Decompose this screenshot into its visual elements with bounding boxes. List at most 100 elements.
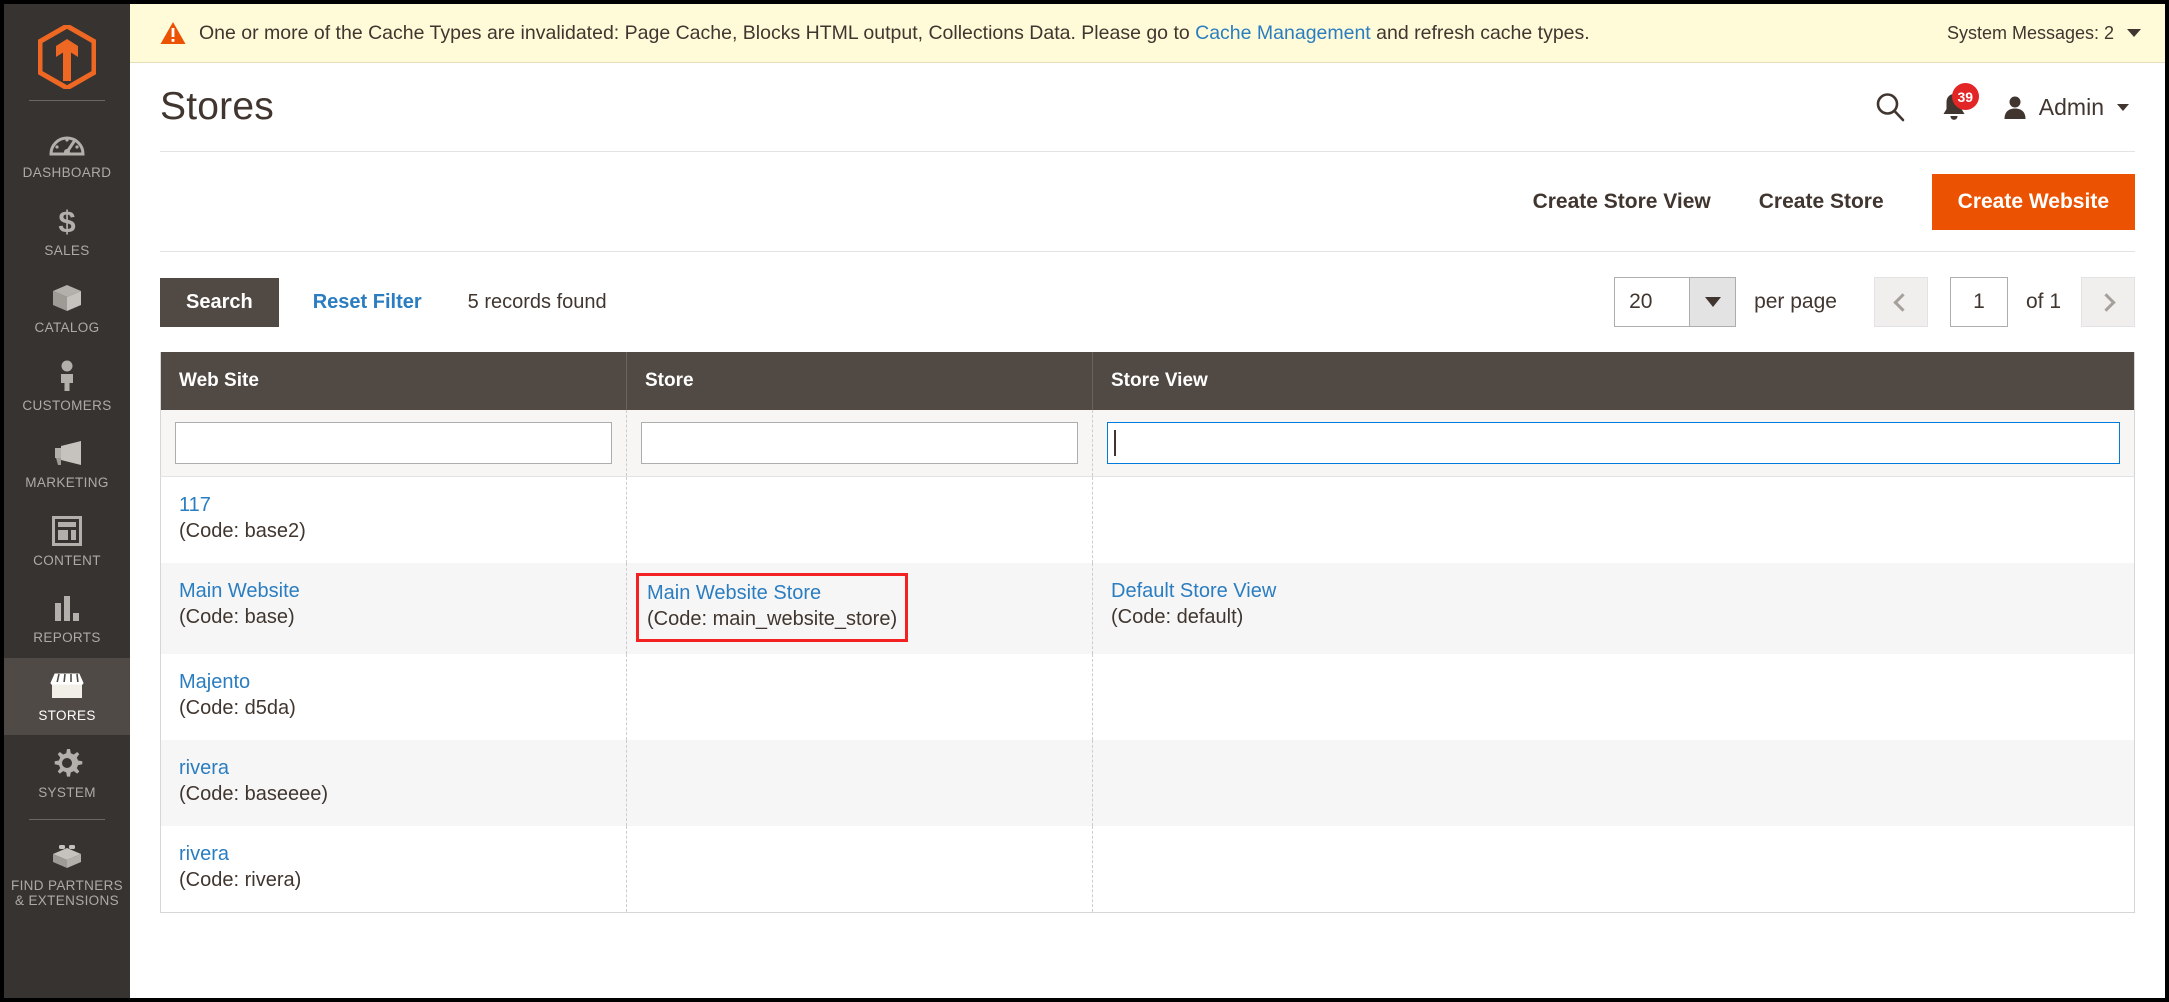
warning-triangle-icon xyxy=(160,22,186,44)
user-avatar-icon xyxy=(2004,96,2026,119)
sidebar-item-dashboard[interactable]: DASHBOARD xyxy=(4,115,130,193)
column-header-store-view[interactable]: Store View xyxy=(1092,352,2135,410)
chevron-down-icon xyxy=(2127,29,2141,37)
page-number-input[interactable] xyxy=(1949,277,2008,327)
website-code: (Code: base) xyxy=(179,606,295,628)
cell-website: 117 (Code: base2) xyxy=(160,476,627,563)
sidebar-item-customers[interactable]: CUSTOMERS xyxy=(4,348,130,426)
records-found-label: 5 records found xyxy=(467,290,607,313)
create-store-view-button[interactable]: Create Store View xyxy=(1509,180,1735,224)
website-link[interactable]: rivera xyxy=(179,756,608,781)
store-view-filter-input[interactable] xyxy=(1107,422,2120,464)
sidebar-item-marketing[interactable]: MARKETING xyxy=(4,425,130,503)
per-page-label: per page xyxy=(1754,290,1837,313)
grid-toolbar: Search Reset Filter 5 records found 20 p… xyxy=(160,252,2135,352)
table-row[interactable]: Majento (Code: d5da) xyxy=(160,654,2135,740)
store-view-link[interactable]: Default Store View xyxy=(1111,579,2116,604)
website-filter-input[interactable] xyxy=(175,422,612,464)
sidebar-item-find-partners-extensions[interactable]: FIND PARTNERS & EXTENSIONS xyxy=(4,828,130,917)
search-button-grid[interactable]: Search xyxy=(160,277,279,327)
grid-header: Web Site Store Store View xyxy=(160,352,2135,410)
cache-management-link[interactable]: Cache Management xyxy=(1195,22,1371,44)
lego-brick-icon xyxy=(50,839,84,873)
website-link[interactable]: rivera xyxy=(179,842,608,867)
system-messages-toggle[interactable]: System Messages: 2 xyxy=(1947,23,2141,44)
search-button[interactable] xyxy=(1874,91,1906,123)
storefront-awning-icon xyxy=(48,669,86,703)
previous-page-button[interactable] xyxy=(1873,277,1928,327)
cell-store xyxy=(626,740,1093,826)
notifications-button[interactable]: 39 xyxy=(1940,83,1979,122)
message-text-part2: and refresh cache types. xyxy=(1370,22,1590,44)
store-link[interactable]: Main Website Store xyxy=(647,581,897,606)
store-filter-input[interactable] xyxy=(641,422,1078,464)
layout-grid-icon xyxy=(52,514,82,548)
sidebar-item-reports[interactable]: REPORTS xyxy=(4,580,130,658)
sidebar-item-label: STORES xyxy=(38,707,96,723)
sidebar-item-catalog[interactable]: CATALOG xyxy=(4,270,130,348)
create-website-button[interactable]: Create Website xyxy=(1931,173,2135,230)
cell-website: rivera (Code: rivera) xyxy=(160,826,627,913)
notifications-badge: 39 xyxy=(1951,83,1979,110)
website-link[interactable]: 117 xyxy=(179,493,608,518)
megaphone-icon xyxy=(49,436,85,470)
table-row[interactable]: 117 (Code: base2) xyxy=(160,476,2135,563)
pagination-controls: 20 per page of 1 xyxy=(1614,277,2135,327)
svg-text:$: $ xyxy=(58,205,75,237)
admin-menu[interactable]: Admin xyxy=(2002,94,2129,121)
cell-store-view xyxy=(1092,740,2135,826)
cell-store-view: Default Store View (Code: default) xyxy=(1092,563,2135,654)
system-messages-count-label: System Messages: 2 xyxy=(1946,22,2114,43)
dollar-sign-icon: $ xyxy=(55,204,79,238)
magento-logo[interactable] xyxy=(4,18,130,96)
sidebar-item-label: CONTENT xyxy=(33,552,101,568)
chevron-left-icon xyxy=(1893,292,1913,312)
sidebar-item-stores[interactable]: STORES xyxy=(4,657,130,735)
sidebar-item-label: CUSTOMERS xyxy=(22,397,112,413)
bar-chart-icon xyxy=(52,591,82,625)
box-icon xyxy=(50,281,84,315)
sidebar-item-label: DASHBOARD xyxy=(22,165,112,180)
website-code: (Code: baseeee) xyxy=(179,783,328,805)
sidebar-item-label: SALES xyxy=(44,242,90,258)
sidebar-item-content[interactable]: CONTENT xyxy=(4,503,130,581)
website-link[interactable]: Majento xyxy=(179,670,608,695)
search-icon xyxy=(1876,93,1905,122)
sidebar-item-label: SYSTEM xyxy=(38,785,96,800)
admin-page: DASHBOARD $ SALES CATALOG CUSTOMERS MARK… xyxy=(0,0,2169,1002)
table-row[interactable]: rivera (Code: rivera) xyxy=(160,826,2135,913)
table-row[interactable]: Main Website (Code: base) Main Website S… xyxy=(160,563,2135,654)
column-header-store[interactable]: Store xyxy=(626,352,1093,410)
stores-grid: Web Site Store Store View 117 (Code: bas… xyxy=(160,352,2135,913)
website-link[interactable]: Main Website xyxy=(179,579,608,604)
chevron-down-icon xyxy=(2117,103,2129,111)
cell-store-view xyxy=(1092,826,2135,913)
system-message-text: One or more of the Cache Types are inval… xyxy=(199,21,1590,45)
create-store-button[interactable]: Create Store xyxy=(1735,180,1908,224)
cell-website: rivera (Code: baseeee) xyxy=(160,740,627,826)
table-row[interactable]: rivera (Code: baseeee) xyxy=(160,740,2135,826)
store-code: (Code: main_website_store) xyxy=(647,608,898,630)
header-actions: 39 Admin xyxy=(1874,83,2129,123)
person-icon xyxy=(56,359,78,393)
cell-website: Majento (Code: d5da) xyxy=(160,654,627,740)
system-message-bar: One or more of the Cache Types are inval… xyxy=(130,4,2165,63)
cell-store-view xyxy=(1092,654,2135,740)
sidebar-item-label: CATALOG xyxy=(34,320,100,335)
sidebar-item-system[interactable]: SYSTEM xyxy=(4,735,130,813)
sidebar-item-label-line2: & EXTENSIONS xyxy=(15,893,119,908)
reset-filter-link[interactable]: Reset Filter xyxy=(313,291,422,314)
sidebar-divider-bottom xyxy=(29,818,105,820)
system-message-content: One or more of the Cache Types are inval… xyxy=(160,21,1923,45)
chevron-right-icon xyxy=(2096,292,2116,312)
column-header-website[interactable]: Web Site xyxy=(160,352,627,410)
cell-store-view xyxy=(1092,476,2135,563)
sidebar-item-sales[interactable]: $ SALES xyxy=(4,193,130,271)
cell-store xyxy=(626,654,1093,740)
total-pages-label: of 1 xyxy=(2025,290,2061,313)
store-view-code: (Code: default) xyxy=(1111,606,1244,628)
per-page-select[interactable]: 20 xyxy=(1614,277,1737,327)
next-page-button[interactable] xyxy=(2081,277,2135,327)
cell-store xyxy=(626,826,1093,913)
magento-logo-icon xyxy=(38,25,96,89)
